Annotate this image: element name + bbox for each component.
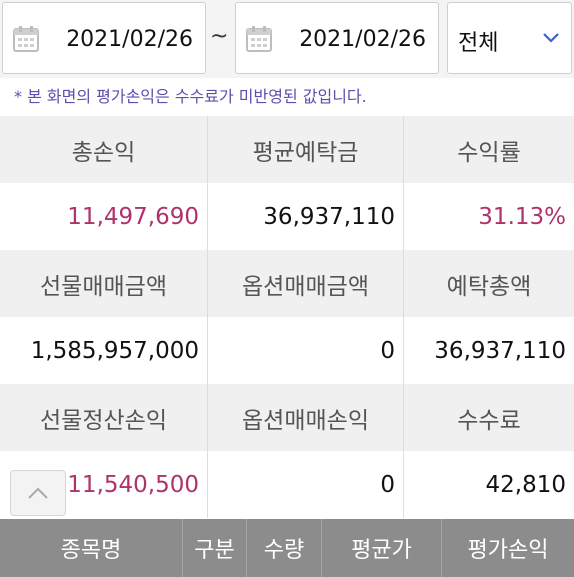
calendar-icon (246, 26, 272, 52)
end-date-value: 2021/02/26 (299, 27, 426, 52)
date-range-separator: ~ (210, 24, 229, 49)
positions-table-header: 종목명 구분 수량 평균가 평가손익 (0, 519, 574, 577)
category-select-value: 전체 (458, 31, 499, 56)
date-filter-bar: 2021/02/26 ~ 2021/02/26 전체 (0, 0, 574, 78)
header-return-rate: 수익률 (403, 116, 574, 183)
summary-value-row: 11,497,690 36,937,110 31.13% (0, 183, 574, 250)
value-return-rate: 31.13% (403, 183, 574, 250)
calendar-icon (13, 26, 39, 52)
header-futures-trade-amount: 선물매매금액 (40, 273, 167, 300)
header-total-pnl: 총손익 (71, 139, 136, 166)
value-total-deposit: 36,937,110 (403, 317, 574, 384)
summary-value-row: 11,540,500 0 42,810 (0, 451, 574, 518)
value-options-trade-amount: 0 (207, 317, 403, 384)
column-header-quantity[interactable]: 수량 (246, 519, 321, 577)
header-options-trade-amount: 옵션매매금액 (207, 250, 403, 317)
header-fee: 수수료 (403, 384, 574, 451)
column-header-avg-price[interactable]: 평균가 (321, 519, 441, 577)
header-avg-deposit: 평균예탁금 (207, 116, 403, 183)
chevron-down-icon (543, 33, 559, 43)
value-fee: 42,810 (403, 451, 574, 518)
value-total-pnl: 11,497,690 (67, 203, 199, 230)
header-options-trade-pnl: 옵션매매손익 (207, 384, 403, 451)
end-date-field[interactable]: 2021/02/26 (235, 2, 439, 74)
column-header-valuation-pnl[interactable]: 평가손익 (441, 519, 574, 577)
column-header-type[interactable]: 구분 (182, 519, 246, 577)
value-options-trade-pnl: 0 (207, 451, 403, 518)
start-date-field[interactable]: 2021/02/26 (2, 2, 206, 74)
scroll-top-button[interactable] (10, 470, 66, 516)
summary-value-row: 1,585,957,000 0 36,937,110 (0, 317, 574, 384)
fee-notice: * 본 화면의 평가손익은 수수료가 미반영된 값입니다. (0, 78, 574, 116)
header-total-deposit: 예탁총액 (403, 250, 574, 317)
category-select[interactable]: 전체 (447, 2, 572, 74)
start-date-value: 2021/02/26 (66, 27, 193, 52)
chevron-up-icon (28, 487, 48, 499)
value-futures-trade-amount: 1,585,957,000 (30, 337, 199, 364)
value-avg-deposit: 36,937,110 (207, 183, 403, 250)
header-futures-settlement-pnl: 선물정산손익 (40, 407, 167, 434)
summary-header-row: 총손익 평균예탁금 수익률 (0, 116, 574, 183)
summary-header-row: 선물매매금액 옵션매매금액 예탁총액 (0, 250, 574, 317)
column-header-item-name[interactable]: 종목명 (0, 519, 182, 577)
summary-header-row: 선물정산손익 옵션매매손익 수수료 (0, 384, 574, 451)
